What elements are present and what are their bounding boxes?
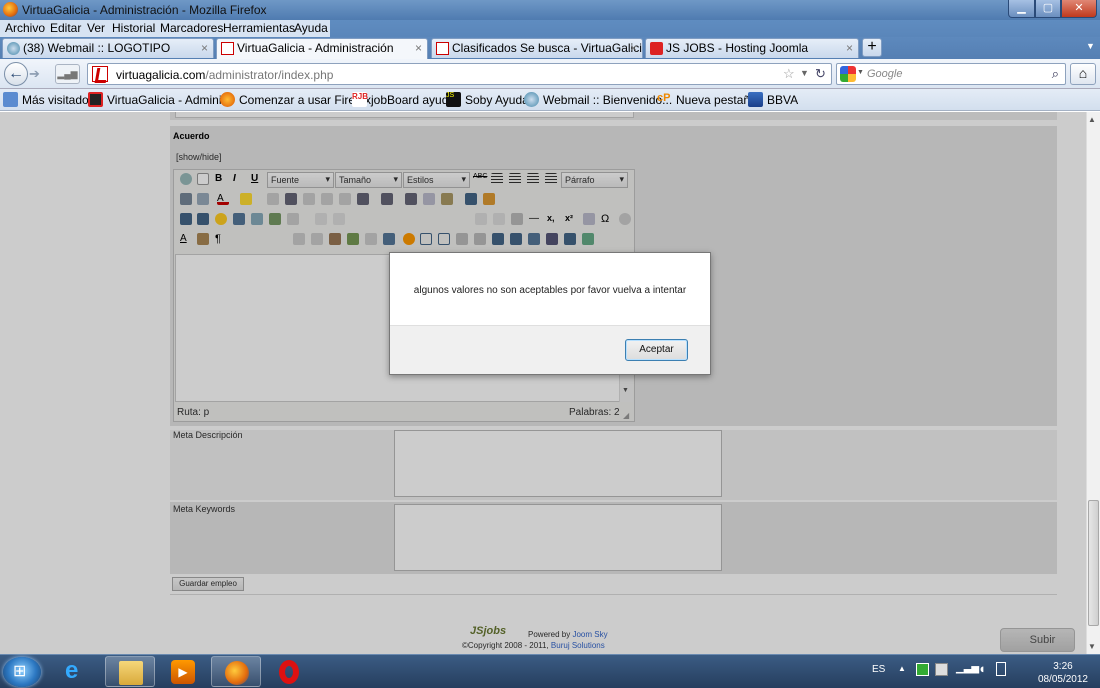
taskbar-opera[interactable] [264, 656, 314, 687]
tab-label: Clasificados Se busca - VirtuaGalicia [452, 41, 643, 55]
bookmark-comenzar-firefox[interactable]: Comenzar a usar Firefox [220, 92, 371, 107]
minimize-button[interactable]: ▁ [1008, 0, 1035, 18]
hosting-icon [650, 42, 663, 55]
menu-bar-background [330, 20, 1100, 37]
close-window-button[interactable]: ✕ [1061, 0, 1097, 18]
folder-icon [119, 661, 143, 685]
start-button[interactable] [3, 657, 41, 687]
tab-virtuagalicia-admin[interactable]: VirtuaGalicia - Administración × [216, 38, 428, 59]
maximize-button[interactable]: ▢ [1035, 0, 1061, 18]
tab-jsjobs[interactable]: JS JOBS - Hosting Joomla × [645, 38, 859, 58]
joomla-icon [88, 92, 103, 107]
media-player-icon: ▶ [171, 660, 195, 684]
scrollbar-thumb[interactable] [1088, 500, 1099, 626]
tab-close-icon[interactable]: × [630, 41, 637, 55]
search-icon[interactable]: ⌕ [1052, 66, 1059, 82]
url-text[interactable]: virtuagalicia.com/administrator/index.ph… [116, 68, 333, 82]
clock-time: 3:26 [1053, 661, 1073, 672]
opera-icon [279, 660, 299, 684]
action-center-icon[interactable] [935, 663, 948, 676]
window-title: VirtuaGalicia - Administración - Mozilla… [22, 3, 267, 17]
language-indicator[interactable]: ES [872, 664, 885, 675]
home-button[interactable]: ⌂ [1070, 63, 1096, 85]
bookmark-mas-visitados[interactable]: Más visitados [3, 92, 95, 107]
virtuagalicia-icon [436, 42, 449, 55]
bookmark-virtuagalicia[interactable]: VirtuaGalicia - Admini... [88, 92, 232, 107]
tab-close-icon[interactable]: × [846, 41, 853, 55]
internet-explorer-icon: e [65, 657, 79, 684]
search-input[interactable]: Google [867, 68, 902, 80]
tab-list-chevron-icon[interactable]: ▼ [1086, 41, 1095, 51]
taskbar-ie[interactable]: e [52, 656, 102, 687]
show-hidden-icons-icon[interactable]: ▲ [898, 664, 906, 673]
webmail-icon [524, 92, 539, 107]
tab-close-icon[interactable]: × [201, 41, 208, 55]
firefox-icon [225, 661, 249, 685]
taskbar-media-player[interactable]: ▶ [158, 656, 208, 687]
reload-icon[interactable]: ↻ [815, 66, 826, 82]
taskbar-explorer[interactable] [105, 656, 155, 687]
menu-bar: Archivo Editar Ver Historial Marcadores … [0, 20, 330, 37]
jobboard-icon: RJB [352, 92, 368, 107]
clock[interactable]: 3:26 08/05/2012 [1038, 660, 1088, 686]
tab-bar: (38) Webmail :: LOGOTIPO × VirtuaGalicia… [0, 37, 1100, 59]
menu-herramientas[interactable]: Herramientas [223, 21, 295, 35]
signal-icon[interactable]: ▂▄▆ [55, 64, 80, 84]
tray-app-icon[interactable] [916, 663, 929, 676]
taskbar-firefox[interactable] [211, 656, 261, 687]
clock-date: 08/05/2012 [1037, 674, 1088, 685]
most-visited-icon [3, 92, 18, 107]
menu-marcadores[interactable]: Marcadores [160, 21, 223, 35]
tab-close-icon[interactable]: × [415, 41, 422, 55]
cpanel-icon: cP [657, 92, 671, 104]
scroll-up-icon[interactable]: ▲ [1088, 115, 1096, 124]
jsjobs-icon: JS [446, 92, 461, 107]
bookmark-webmail[interactable]: Webmail :: Bienvenido... [524, 92, 672, 107]
back-button[interactable]: ← [4, 62, 28, 86]
tab-label: JS JOBS - Hosting Joomla [666, 41, 809, 55]
bookmark-nueva-pestana[interactable]: cP Nueva pestaña [657, 92, 757, 107]
tab-label: VirtuaGalicia - Administración [237, 41, 394, 55]
bookmark-soby[interactable]: JS Soby Ayuda [446, 92, 529, 107]
bookmark-bbva[interactable]: BBVA [748, 92, 798, 107]
firefox-icon [3, 2, 18, 17]
alert-dialog: algunos valores no son aceptables por fa… [389, 252, 711, 375]
site-identity-icon[interactable] [92, 66, 108, 82]
menu-archivo[interactable]: Archivo [5, 21, 45, 35]
navigation-bar: ← ➔ ▂▄▆ virtuagalicia.com/administrator/… [0, 59, 1100, 89]
modal-overlay [0, 112, 1086, 654]
network-icon[interactable]: ▁▃▅ [956, 663, 979, 674]
menu-ayuda[interactable]: Ayuda [294, 21, 328, 35]
new-tab-button[interactable]: + [862, 38, 882, 57]
tab-webmail[interactable]: (38) Webmail :: LOGOTIPO × [2, 38, 214, 58]
google-icon[interactable] [840, 66, 856, 82]
bookmark-jobboard[interactable]: RJB jobBoard ayuda [352, 92, 455, 107]
accept-button[interactable]: Aceptar [625, 339, 688, 361]
bbva-icon [748, 92, 763, 107]
bookmark-star-icon[interactable]: ☆ [783, 66, 795, 82]
search-engine-dropdown-icon[interactable]: ▼ [857, 69, 864, 76]
battery-icon[interactable] [996, 662, 1006, 676]
menu-ver[interactable]: Ver [87, 21, 105, 35]
webmail-icon [7, 42, 20, 55]
tab-clasificados[interactable]: Clasificados Se busca - VirtuaGalicia × [431, 38, 643, 58]
tab-label: (38) Webmail :: LOGOTIPO [23, 41, 171, 55]
url-bar[interactable]: virtuagalicia.com/administrator/index.ph… [87, 63, 832, 85]
scroll-down-icon[interactable]: ▼ [1088, 642, 1096, 651]
menu-editar[interactable]: Editar [50, 21, 81, 35]
virtuagalicia-icon [221, 42, 234, 55]
firefox-icon [220, 92, 235, 107]
url-history-dropdown-icon[interactable]: ▼ [800, 68, 809, 78]
forward-button[interactable]: ➔ [29, 66, 40, 82]
bookmarks-toolbar: Más visitados VirtuaGalicia - Admini... … [0, 89, 1100, 111]
window-title-bar: VirtuaGalicia - Administración - Mozilla… [0, 0, 1100, 20]
volume-icon[interactable]: ◖ [978, 661, 986, 676]
dialog-footer: Aceptar [390, 325, 710, 374]
dialog-message: algunos valores no son aceptables por fa… [413, 285, 687, 296]
menu-historial[interactable]: Historial [112, 21, 155, 35]
search-bar[interactable]: ▼ Google ⌕ [836, 63, 1066, 85]
system-tray: ES ▲ ▁▃▅ ◖ 3:26 08/05/2012 [868, 656, 1100, 687]
